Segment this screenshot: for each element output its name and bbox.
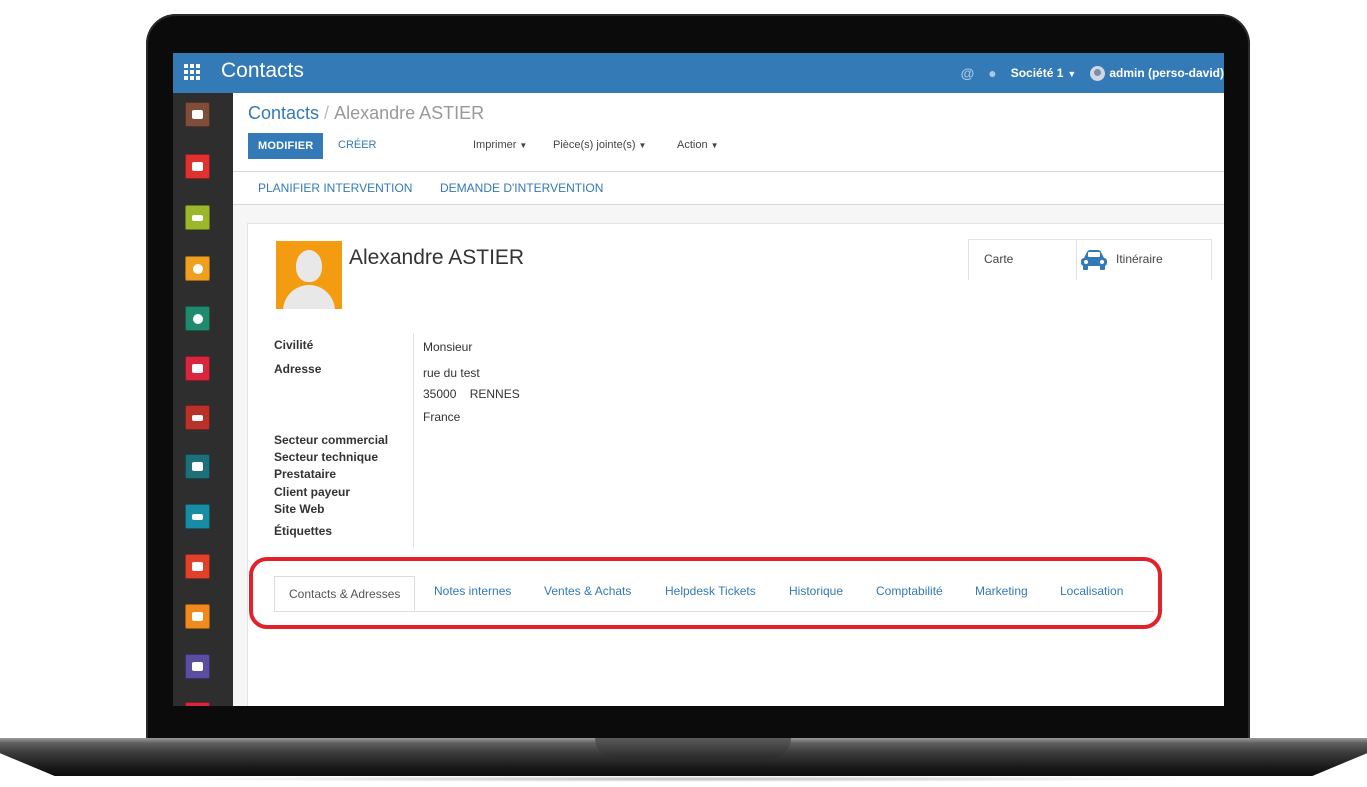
secteur-commercial-label: Secteur commercial (274, 433, 389, 447)
chevron-down-icon: ▼ (1067, 69, 1077, 79)
contacts-icon[interactable] (185, 306, 210, 331)
planifier-intervention-button[interactable]: PLANIFIER INTERVENTION (258, 181, 412, 195)
creer-button[interactable]: CRÉER (338, 139, 377, 151)
document-icon[interactable] (185, 454, 210, 479)
pieces-jointes-label: Pièce(s) jointe(s) (553, 139, 636, 151)
smart-buttons-divider (1076, 240, 1077, 280)
etiquettes-label: Étiquettes (274, 524, 333, 538)
app-title: Contacts (221, 59, 304, 82)
calendar-icon-glyph (192, 214, 203, 221)
app-sidebar (173, 93, 233, 706)
site-web-label: Site Web (274, 502, 325, 516)
topbar-right: @ ● Société 1 ▼ admin (perso-david) (961, 53, 1224, 93)
company-name: Société 1 (1010, 66, 1064, 80)
address-street: rue du test (423, 366, 480, 380)
adresse-label: Adresse (274, 362, 322, 376)
address-country: France (423, 410, 461, 424)
at-icon[interactable]: @ (961, 65, 975, 81)
form-sheet (247, 223, 1224, 706)
smart-buttons: Carte Itinéraire (968, 239, 1212, 280)
company-switcher[interactable]: Société 1 ▼ (1011, 66, 1077, 80)
breadcrumb-current: Alexandre ASTIER (334, 103, 485, 123)
contact-avatar-image[interactable] (276, 241, 342, 309)
tabs-highlight-frame (249, 557, 1162, 629)
puzzle-icon[interactable] (185, 654, 210, 679)
chart-icon[interactable] (185, 405, 210, 430)
breadcrumb-parent-link[interactable]: Contacts (248, 103, 319, 123)
building-icon[interactable] (185, 554, 210, 579)
folder-icon-glyph (192, 364, 203, 373)
laptop-notch (595, 738, 791, 758)
contact-name-title: Alexandre ASTIER (349, 246, 525, 269)
action-label: Action (677, 139, 708, 151)
discuss-icon-glyph (192, 110, 203, 119)
top-navbar: Contacts @ ● Société 1 ▼ admin (perso-dav… (173, 53, 1224, 93)
civilite-value: Monsieur (423, 340, 473, 354)
file-icon[interactable] (185, 604, 210, 629)
imprimer-dropdown[interactable]: Imprimer ▼ (473, 139, 527, 151)
pieces-jointes-dropdown[interactable]: Pièce(s) jointe(s) ▼ (553, 139, 646, 151)
file-icon-glyph (192, 612, 203, 621)
map-pin-icon[interactable] (185, 256, 210, 281)
civilite-label: Civilité (274, 338, 314, 352)
discuss-icon[interactable] (185, 102, 210, 127)
apps-grid-icon[interactable] (184, 64, 200, 80)
calendar-icon[interactable] (185, 205, 210, 230)
mail-icon-glyph (192, 162, 203, 171)
secteur-technique-label: Secteur technique (274, 450, 379, 464)
card-icon-glyph (192, 513, 203, 520)
app-screen: Contacts @ ● Société 1 ▼ admin (perso-dav… (173, 53, 1224, 706)
imprimer-label: Imprimer (473, 139, 517, 151)
chart-icon-glyph (192, 414, 203, 421)
chat-icon[interactable]: ● (988, 65, 996, 81)
chevron-down-icon: ▼ (519, 141, 528, 150)
chevron-down-icon: ▼ (638, 141, 647, 150)
map-pin-icon-glyph (192, 263, 203, 274)
client-payeur-label: Client payeur (274, 485, 351, 499)
folder-icon[interactable] (185, 356, 210, 381)
address-city-line: 35000 RENNES (423, 387, 520, 401)
carte-button[interactable]: Carte (984, 252, 1013, 266)
chevron-down-icon: ▼ (710, 141, 719, 150)
user-menu[interactable]: admin (perso-david) (1109, 66, 1224, 80)
support-icon[interactable] (185, 702, 210, 706)
document-icon-glyph (192, 462, 203, 471)
contacts-icon-glyph (192, 313, 203, 324)
prestataire-label: Prestataire (274, 467, 337, 481)
modifier-button[interactable]: MODIFIER (248, 133, 324, 159)
action-dropdown[interactable]: Action ▼ (677, 139, 719, 151)
demande-intervention-button[interactable]: DEMANDE D'INTERVENTION (440, 181, 603, 195)
card-icon[interactable] (185, 504, 210, 529)
breadcrumb: Contacts / Alexandre ASTIER (248, 103, 484, 124)
control-panel-divider (233, 171, 1224, 172)
field-group-divider (413, 333, 414, 548)
car-icon[interactable] (1079, 248, 1109, 272)
puzzle-icon-glyph (192, 662, 203, 671)
breadcrumb-separator: / (324, 103, 330, 123)
laptop-shadow (160, 776, 1207, 782)
user-avatar-icon[interactable] (1090, 65, 1106, 81)
mail-icon[interactable] (185, 154, 210, 179)
itineraire-button[interactable]: Itinéraire (1116, 252, 1163, 266)
building-icon-glyph (192, 562, 203, 571)
